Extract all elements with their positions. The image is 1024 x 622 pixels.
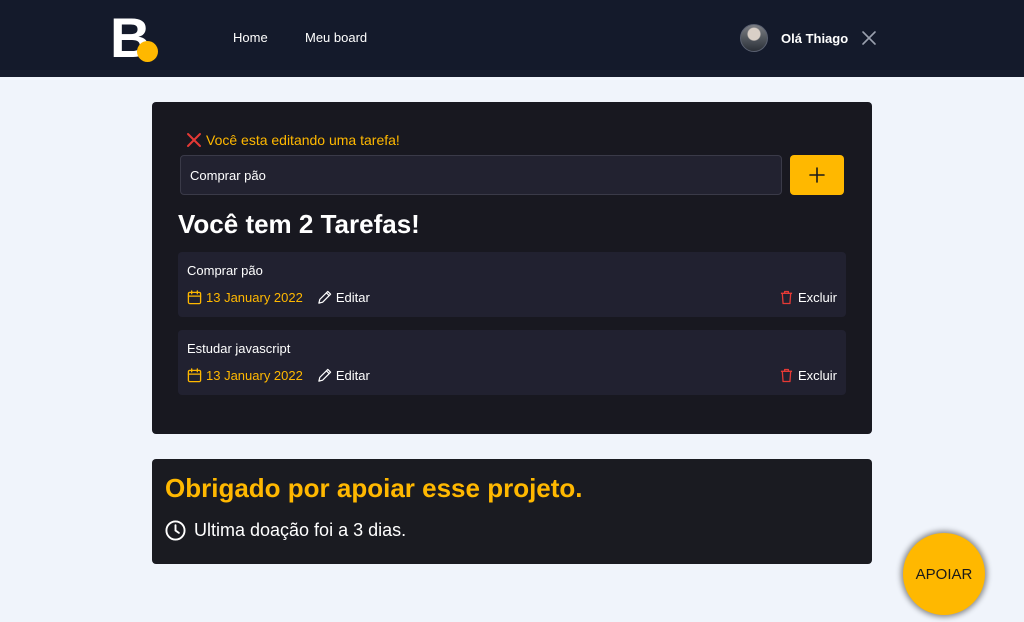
- delete-task-button[interactable]: Excluir: [780, 290, 837, 305]
- plus-icon: [809, 167, 825, 183]
- nav-home-link[interactable]: Home: [233, 30, 268, 45]
- edit-label: Editar: [335, 290, 370, 305]
- add-task-button[interactable]: [790, 155, 844, 195]
- user-greeting: Olá Thiago: [781, 31, 849, 46]
- task-name: Estudar javascript: [187, 341, 291, 356]
- logout-button[interactable]: [861, 30, 877, 46]
- edit-task-button[interactable]: Editar: [317, 368, 370, 383]
- task-date-text: 13 January 2022: [206, 290, 303, 305]
- delete-label: Excluir: [797, 368, 837, 383]
- edit-task-button[interactable]: Editar: [317, 290, 370, 305]
- support-card: Obrigado por apoiar esse projeto. Ultima…: [152, 459, 872, 564]
- task-item: Estudar javascript 13 January 2022 Edita…: [178, 330, 846, 395]
- clock-icon: [165, 520, 186, 541]
- task-meta: 13 January 2022 Editar: [187, 368, 370, 383]
- avatar: [740, 24, 768, 52]
- calendar-icon: [187, 368, 202, 383]
- trash-icon: [780, 368, 793, 383]
- task-name: Comprar pão: [187, 263, 263, 278]
- calendar-icon: [187, 290, 202, 305]
- task-count-title: Você tem 2 Tarefas!: [178, 209, 420, 239]
- top-header: B Home Meu board Olá Thiago: [0, 0, 1024, 77]
- edit-notice-text: Você esta editando uma tarefa!: [206, 132, 400, 148]
- task-board-card: Você esta editando uma tarefa! Você tem …: [152, 102, 872, 434]
- nav-meu-board-link[interactable]: Meu board: [305, 30, 367, 45]
- support-button[interactable]: APOIAR: [903, 533, 985, 615]
- close-icon: [862, 31, 876, 45]
- last-donation: Ultima doação foi a 3 dias.: [165, 520, 406, 541]
- pencil-icon: [318, 290, 332, 304]
- task-meta: 13 January 2022 Editar: [187, 290, 370, 305]
- pencil-icon: [318, 368, 332, 382]
- logo[interactable]: B: [110, 10, 160, 66]
- last-donation-text: Ultima doação foi a 3 dias.: [194, 520, 407, 540]
- support-title: Obrigado por apoiar esse projeto.: [165, 473, 583, 503]
- edit-notice: Você esta editando uma tarefa!: [186, 132, 400, 148]
- close-icon: [187, 133, 201, 147]
- trash-icon: [780, 290, 793, 305]
- edit-label: Editar: [335, 368, 370, 383]
- delete-label: Excluir: [797, 290, 837, 305]
- logo-dot: [137, 41, 158, 62]
- delete-task-button[interactable]: Excluir: [780, 368, 837, 383]
- task-input[interactable]: [180, 155, 782, 195]
- task-item: Comprar pão 13 January 2022 Editar Exclu…: [178, 252, 846, 317]
- task-date: 13 January 2022: [187, 368, 303, 383]
- task-date: 13 January 2022: [187, 290, 303, 305]
- task-date-text: 13 January 2022: [206, 368, 303, 383]
